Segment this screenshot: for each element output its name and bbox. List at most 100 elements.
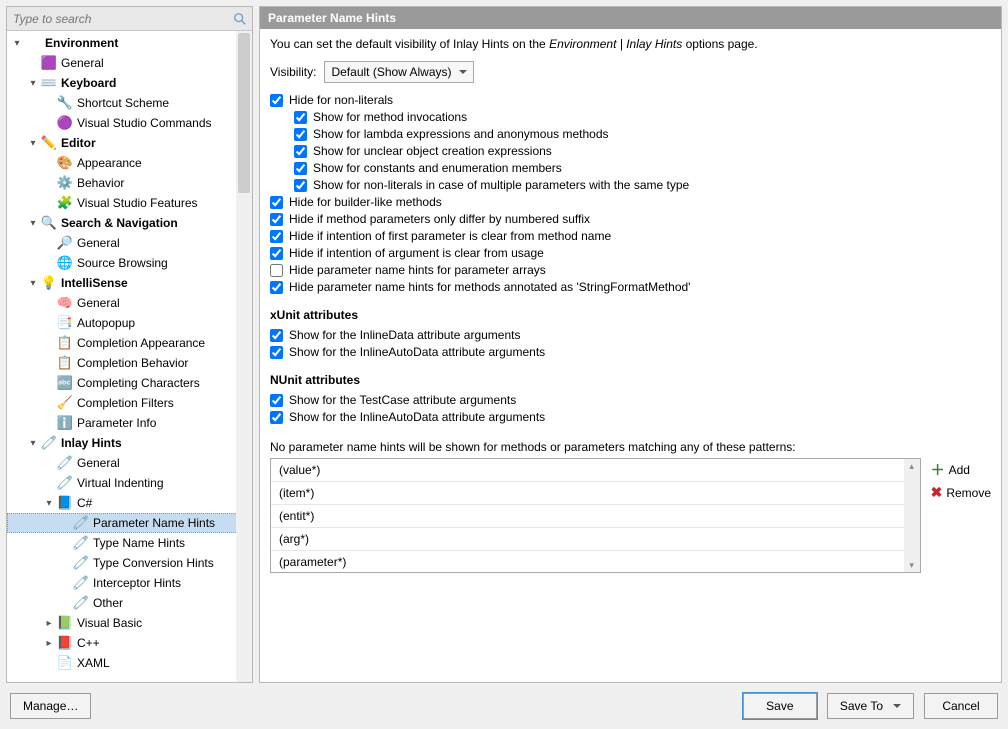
tree-node[interactable]: ▸📋Completion Appearance	[7, 333, 252, 353]
checkbox-input[interactable]	[270, 329, 283, 342]
tree-node[interactable]: ▸🧷General	[7, 453, 252, 473]
pattern-item[interactable]: (arg*)	[271, 528, 920, 551]
settings-tree[interactable]: ▾ Environment ▸🟪General▾⌨️Keyboard▸🔧Shortc…	[7, 31, 252, 682]
tree-node[interactable]: ▸🟪General	[7, 53, 252, 73]
tree-node-label: Behavior	[77, 176, 234, 190]
checkbox-option[interactable]: Hide parameter name hints for parameter …	[270, 263, 991, 277]
checkbox-option[interactable]: Show for lambda expressions and anonymou…	[294, 127, 991, 141]
checkbox-input[interactable]	[270, 196, 283, 209]
tree-node[interactable]: ▸📕C++	[7, 633, 252, 653]
tree-node[interactable]: ▸🧷Virtual Indenting	[7, 473, 252, 493]
checkbox-input[interactable]	[294, 128, 307, 141]
checkbox-input[interactable]	[270, 394, 283, 407]
tree-node[interactable]: ▸🧩Visual Studio Features	[7, 193, 252, 213]
save-button[interactable]: Save	[743, 693, 817, 719]
checkbox-input[interactable]	[294, 111, 307, 124]
checkbox-option[interactable]: Show for unclear object creation express…	[294, 144, 991, 158]
tree-node[interactable]: ▸📋Completion Behavior	[7, 353, 252, 373]
tree-node[interactable]: ▸🧷Other	[7, 593, 252, 613]
checkbox-input[interactable]	[270, 281, 283, 294]
checkbox-option[interactable]: Hide for non-literals	[270, 93, 991, 107]
tree-node[interactable]: ▾✏️Editor	[7, 133, 252, 153]
checkbox-option[interactable]: Show for constants and enumeration membe…	[294, 161, 991, 175]
tree-node[interactable]: ▾🧷Inlay Hints	[7, 433, 252, 453]
tree-node-icon: 🧷	[73, 575, 89, 591]
tree-node[interactable]: ▸📄XAML	[7, 653, 252, 673]
tree-node[interactable]: ▾ Environment	[7, 33, 252, 53]
checkbox-option[interactable]: Show for the InlineAutoData attribute ar…	[270, 410, 991, 424]
checkbox-option[interactable]: Show for the InlineAutoData attribute ar…	[270, 345, 991, 359]
search-icon[interactable]	[232, 11, 248, 27]
tree-node-label: Environment	[45, 36, 234, 50]
tree-node[interactable]: ▸📗Visual Basic	[7, 613, 252, 633]
tree-node-icon: 📘	[57, 495, 73, 511]
save-to-button[interactable]: Save To	[827, 693, 914, 719]
visibility-dropdown[interactable]: Default (Show Always)	[324, 61, 474, 83]
checkbox-input[interactable]	[270, 247, 283, 260]
pattern-item[interactable]: (entit*)	[271, 505, 920, 528]
checkbox-option[interactable]: Hide parameter name hints for methods an…	[270, 280, 991, 294]
checkbox-option[interactable]: Hide if method parameters only differ by…	[270, 212, 991, 226]
patterns-scrollbar[interactable]	[904, 459, 920, 572]
expand-icon[interactable]: ▾	[27, 218, 39, 229]
tree-node[interactable]: ▸⚙️Behavior	[7, 173, 252, 193]
search-input[interactable]	[11, 11, 232, 27]
tree-node[interactable]: ▾💡IntelliSense	[7, 273, 252, 293]
expand-icon[interactable]: ▾	[27, 278, 39, 289]
checkbox-input[interactable]	[270, 213, 283, 226]
checkbox-label: Hide parameter name hints for methods an…	[289, 280, 690, 294]
manage-button[interactable]: Manage…	[10, 693, 91, 719]
checkbox-option[interactable]: Show for non-literals in case of multipl…	[294, 178, 991, 192]
tree-node-label: Inlay Hints	[61, 436, 234, 450]
expand-icon[interactable]: ▾	[27, 438, 39, 449]
tree-node[interactable]: ▸🔧Shortcut Scheme	[7, 93, 252, 113]
tree-node[interactable]: ▸🔎General	[7, 233, 252, 253]
tree-node[interactable]: ▾🔍Search & Navigation	[7, 213, 252, 233]
tree-node[interactable]: ▸🧷Type Name Hints	[7, 533, 252, 553]
expand-icon[interactable]: ▾	[11, 38, 23, 49]
pattern-item[interactable]: (parameter*)	[271, 551, 920, 573]
add-pattern-button[interactable]: ＋ Add	[931, 460, 991, 480]
checkbox-option[interactable]: Hide if intention of first parameter is …	[270, 229, 991, 243]
checkbox-option[interactable]: Hide if intention of argument is clear f…	[270, 246, 991, 260]
tree-node[interactable]: ▸🌐Source Browsing	[7, 253, 252, 273]
checkbox-input[interactable]	[270, 230, 283, 243]
tree-node[interactable]: ▾📘C#	[7, 493, 252, 513]
checkbox-option[interactable]: Show for the InlineData attribute argume…	[270, 328, 991, 342]
checkbox-option[interactable]: Show for method invocations	[294, 110, 991, 124]
tree-node[interactable]: ▸🧷Parameter Name Hints	[7, 513, 252, 533]
tree-node[interactable]: ▸🔤Completing Characters	[7, 373, 252, 393]
tree-node[interactable]: ▸🧷Interceptor Hints	[7, 573, 252, 593]
pattern-item[interactable]: (value*)	[271, 459, 920, 482]
tree-scrollbar[interactable]	[236, 31, 252, 682]
expand-icon[interactable]: ▾	[27, 78, 39, 89]
tree-node[interactable]: ▸📑Autopopup	[7, 313, 252, 333]
cancel-button[interactable]: Cancel	[924, 693, 998, 719]
patterns-list[interactable]: (value*)(item*)(entit*)(arg*)(parameter*…	[270, 458, 921, 573]
checkbox-label: Show for the InlineAutoData attribute ar…	[289, 345, 545, 359]
tree-node[interactable]: ▸ℹ️Parameter Info	[7, 413, 252, 433]
tree-node[interactable]: ▸🎨Appearance	[7, 153, 252, 173]
tree-node[interactable]: ▸🧷Type Conversion Hints	[7, 553, 252, 573]
checkbox-input[interactable]	[270, 411, 283, 424]
tree-node[interactable]: ▾⌨️Keyboard	[7, 73, 252, 93]
expand-icon[interactable]: ▸	[43, 618, 55, 629]
tree-node-label: XAML	[77, 656, 234, 670]
settings-tree-panel: ▾ Environment ▸🟪General▾⌨️Keyboard▸🔧Shortc…	[6, 6, 253, 683]
remove-pattern-button[interactable]: ✖ Remove	[931, 484, 991, 501]
tree-node[interactable]: ▸🧹Completion Filters	[7, 393, 252, 413]
checkbox-input[interactable]	[294, 145, 307, 158]
checkbox-input[interactable]	[294, 162, 307, 175]
checkbox-option[interactable]: Hide for builder-like methods	[270, 195, 991, 209]
expand-icon[interactable]: ▾	[27, 138, 39, 149]
checkbox-input[interactable]	[270, 94, 283, 107]
expand-icon[interactable]: ▸	[43, 638, 55, 649]
tree-node[interactable]: ▸🧠General	[7, 293, 252, 313]
checkbox-input[interactable]	[294, 179, 307, 192]
expand-icon[interactable]: ▾	[43, 498, 55, 509]
pattern-item[interactable]: (item*)	[271, 482, 920, 505]
checkbox-option[interactable]: Show for the TestCase attribute argument…	[270, 393, 991, 407]
checkbox-input[interactable]	[270, 346, 283, 359]
checkbox-input[interactable]	[270, 264, 283, 277]
tree-node[interactable]: ▸🟣Visual Studio Commands	[7, 113, 252, 133]
